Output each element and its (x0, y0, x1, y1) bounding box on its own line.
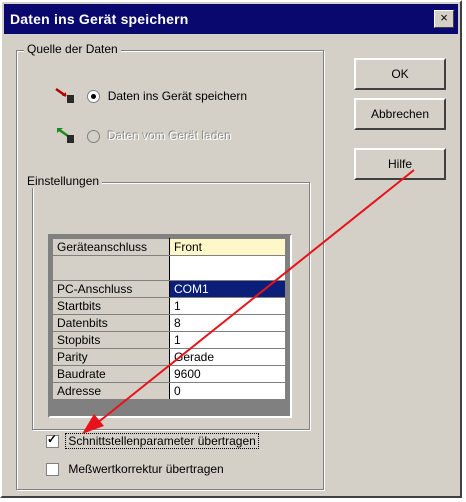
table-row[interactable]: Stopbits 1 (52, 331, 286, 349)
row-value[interactable]: 9600 (169, 365, 286, 383)
row-value[interactable]: 8 (169, 314, 286, 332)
row-key: Startbits (52, 297, 170, 315)
settings-group-label: Einstellungen (24, 174, 103, 188)
row-key: Baudrate (52, 365, 170, 383)
table-row[interactable]: Datenbits 8 (52, 314, 286, 332)
table-row[interactable] (52, 255, 286, 281)
settings-grid[interactable]: Geräteanschluss Front PC-Anschluss COM1 St… (48, 234, 292, 418)
checkbox-measurement-correction[interactable] (46, 463, 59, 477)
ok-button[interactable]: OK (354, 58, 446, 90)
row-value[interactable]: 1 (169, 297, 286, 315)
radio-save-label: Daten ins Gerät speichern (107, 89, 248, 103)
table-row[interactable]: PC-Anschluss COM1 (52, 280, 286, 298)
radio-load-label: Daten vom Gerät laden (107, 129, 232, 143)
radio-option-save[interactable]: Daten ins Gerät speichern (54, 82, 248, 104)
table-row[interactable]: Baudrate 9600 (52, 365, 286, 383)
title-bar[interactable]: Daten ins Gerät speichern × (4, 4, 458, 34)
checkbox-interface-params-label: Schnittstellenparameter übertragen (65, 433, 259, 449)
window-title: Daten ins Gerät speichern (10, 11, 189, 27)
row-value[interactable]: COM1 (169, 280, 286, 298)
row-value[interactable] (169, 255, 286, 281)
radio-load[interactable] (87, 130, 101, 144)
row-key: PC-Anschluss (52, 280, 170, 298)
download-arrow-icon (57, 127, 74, 143)
cancel-button[interactable]: Abbrechen (354, 98, 446, 130)
checkbox-interface-params[interactable] (46, 432, 59, 449)
row-key: Geräteanschluss (52, 238, 170, 256)
row-key: Datenbits (52, 314, 170, 332)
row-value[interactable]: 1 (169, 331, 286, 349)
checkbox-measurement-correction-label: Meßwertkorrektur übertragen (68, 462, 224, 476)
dialog-window: Daten ins Gerät speichern × Quelle der D… (0, 0, 462, 498)
row-key (52, 255, 170, 281)
table-row[interactable]: Parity Gerade (52, 348, 286, 366)
source-group-label: Quelle der Daten (24, 42, 121, 56)
table-row[interactable]: Adresse 0 (52, 382, 286, 400)
checkbox-row-correction[interactable]: Meßwertkorrektur übertragen (46, 462, 224, 477)
row-value[interactable]: Gerade (169, 348, 286, 366)
row-value[interactable]: 0 (169, 382, 286, 400)
upload-arrow-icon (55, 87, 74, 103)
radio-save[interactable] (87, 90, 101, 104)
row-key: Stopbits (52, 331, 170, 349)
table-row[interactable]: Geräteanschluss Front (52, 238, 286, 256)
table-row[interactable]: Startbits 1 (52, 297, 286, 315)
close-button[interactable]: × (434, 10, 454, 28)
radio-option-load[interactable]: Daten vom Gerät laden (54, 122, 232, 144)
row-key: Adresse (52, 382, 170, 400)
row-key: Parity (52, 348, 170, 366)
checkbox-row-interface[interactable]: Schnittstellenparameter übertragen (46, 432, 259, 449)
settings-table: Geräteanschluss Front PC-Anschluss COM1 St… (52, 238, 286, 400)
row-value[interactable]: Front (169, 238, 286, 256)
help-button[interactable]: Hilfe (354, 148, 446, 180)
